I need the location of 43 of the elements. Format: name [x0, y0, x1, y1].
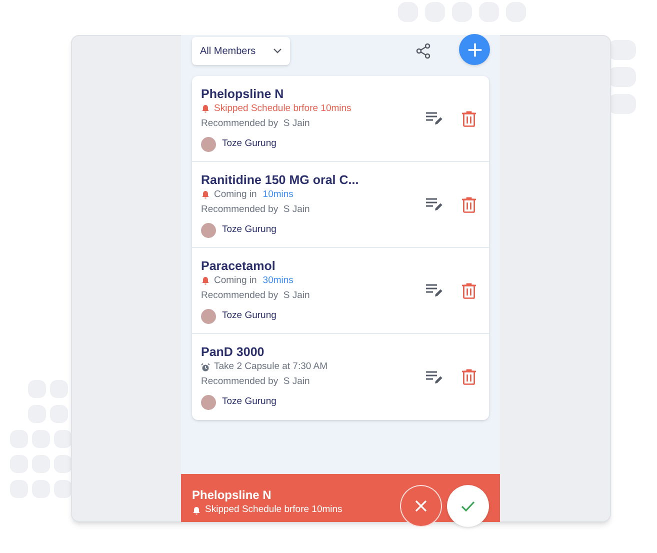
recommended-by-text: Recommended by S Jain: [201, 288, 310, 302]
delete-icon[interactable]: [462, 110, 476, 126]
member-name: Toze Gurung: [222, 136, 276, 151]
avatar: [201, 395, 216, 410]
status-text: Coming in: [214, 274, 257, 288]
check-icon: [461, 500, 475, 512]
medicine-name: Paracetamol: [201, 258, 276, 274]
plus-icon: [468, 42, 482, 56]
member-name: Toze Gurung: [222, 395, 276, 410]
bell-icon: [201, 276, 210, 285]
delete-icon[interactable]: [462, 369, 476, 385]
member-name: Toze Gurung: [222, 222, 276, 237]
recommended-by-text: Recommended by S Jain: [201, 202, 311, 216]
edit-icon[interactable]: [426, 284, 443, 297]
status-text: Take 2 Capsule at 7:30 AM: [214, 360, 328, 374]
bell-icon: [201, 104, 210, 113]
banner-title: Phelopsline N: [192, 487, 272, 503]
time-text: 10mins: [262, 188, 294, 202]
medicine-name: Ranitidine 150 MG oral C...: [201, 172, 359, 188]
status-text: Skipped Schedule brfore 10mins: [214, 102, 352, 116]
medicine-name: PanD 3000: [201, 344, 266, 360]
recommended-by-text: Recommended by S Jain: [201, 116, 311, 130]
recommended-by-text: Recommended by S Jain: [201, 375, 311, 389]
status-text: Coming in: [214, 188, 257, 202]
chevron-down-icon: [273, 48, 282, 54]
share-icon[interactable]: [416, 43, 431, 59]
close-icon: [415, 500, 427, 512]
delete-icon[interactable]: [462, 282, 476, 298]
avatar: [201, 222, 216, 238]
edit-icon[interactable]: [426, 112, 443, 125]
time-text: 30mins: [262, 274, 294, 288]
edit-icon[interactable]: [426, 198, 443, 211]
delete-icon[interactable]: [462, 196, 476, 212]
member-name: Toze Gurung: [222, 308, 276, 323]
avatar: [201, 308, 216, 324]
bell-icon: [192, 506, 201, 514]
edit-icon[interactable]: [426, 370, 443, 384]
avatar: [201, 136, 216, 152]
alarm-clock-icon: [201, 362, 210, 372]
medicine-name: Phelopsline N: [201, 86, 285, 102]
member-dropdown[interactable]: All Members: [192, 37, 290, 65]
bell-icon: [201, 190, 210, 199]
status-text: Skipped Schedule brfore 10mins: [205, 503, 342, 517]
